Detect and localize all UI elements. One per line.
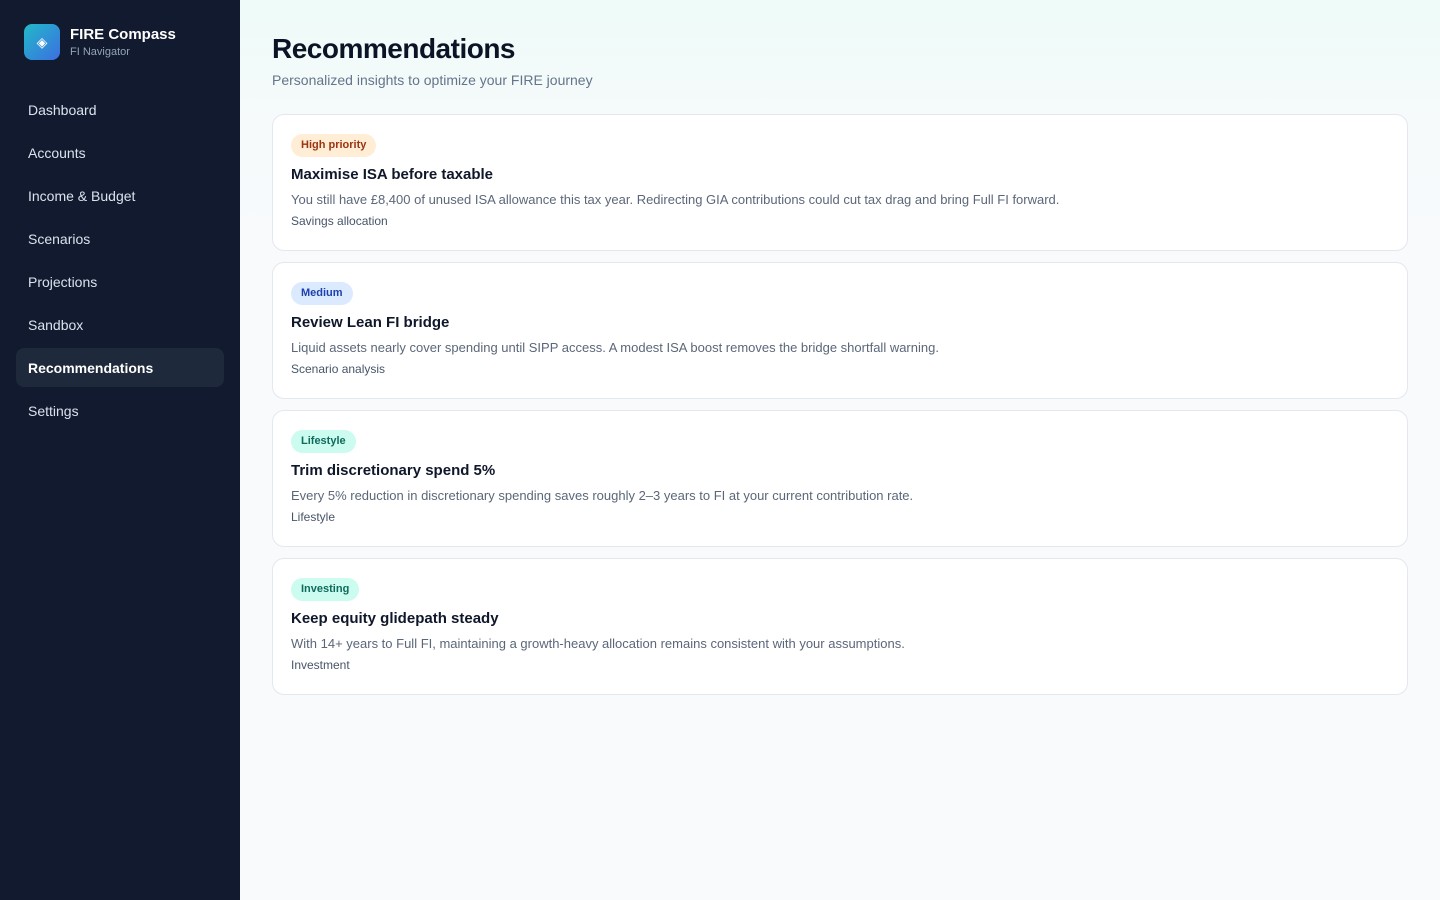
page-title: Recommendations [272,33,516,64]
recommendation-category: Scenario analysis [291,362,386,376]
recommendation-category: Savings allocation [291,214,388,228]
recommendation-title: Keep equity glidepath steady [291,610,499,627]
brand-subtitle: FI Navigator [70,46,130,58]
sidebar-item-recommendations[interactable]: Recommendations [16,348,224,387]
brand-text: FIRE Compass FI Navigator [70,25,176,59]
brand[interactable]: ◈ FIRE Compass FI Navigator [16,24,224,60]
sidebar-item-income-budget[interactable]: Income & Budget [16,176,224,215]
category-badge: Investing [291,578,360,601]
category-badge: Lifestyle [291,430,356,453]
sidebar: ◈ FIRE Compass FI Navigator Dashboard Ac… [0,0,240,900]
recommendation-description: Liquid assets nearly cover spending unti… [291,340,939,355]
priority-badge: High priority [291,134,377,157]
sidebar-item-accounts[interactable]: Accounts [16,133,224,172]
recommendation-description: With 14+ years to Full FI, maintaining a… [291,636,905,651]
page-subtitle: Personalized insights to optimize your F… [272,72,593,88]
sidebar-item-sandbox[interactable]: Sandbox [16,305,224,344]
recommendation-card[interactable]: Lifestyle Trim discretionary spend 5% Ev… [272,410,1408,547]
recommendation-category: Investment [291,658,350,672]
diamond-icon: ◈ [24,24,60,60]
recommendation-card[interactable]: High priority Maximise ISA before taxabl… [272,114,1408,251]
brand-name: FIRE Compass [70,26,176,43]
recommendation-description: Every 5% reduction in discretionary spen… [291,488,914,503]
sidebar-item-settings[interactable]: Settings [16,391,224,430]
recommendation-list: High priority Maximise ISA before taxabl… [272,114,1408,695]
recommendation-title: Maximise ISA before taxable [291,166,494,183]
sidebar-item-projections[interactable]: Projections [16,262,224,301]
recommendation-title: Trim discretionary spend 5% [291,462,496,479]
recommendation-card[interactable]: Medium Review Lean FI bridge Liquid asse… [272,262,1408,399]
recommendation-description: You still have £8,400 of unused ISA allo… [291,192,1060,207]
recommendation-card[interactable]: Investing Keep equity glidepath steady W… [272,558,1408,695]
sidebar-item-scenarios[interactable]: Scenarios [16,219,224,258]
priority-badge: Medium [291,282,353,305]
sidebar-nav: Dashboard Accounts Income & Budget Scena… [16,90,224,430]
recommendation-category: Lifestyle [291,510,336,524]
sidebar-item-dashboard[interactable]: Dashboard [16,90,224,129]
recommendation-title: Review Lean FI bridge [291,314,450,331]
main-content: Recommendations Personalized insights to… [240,0,1440,900]
